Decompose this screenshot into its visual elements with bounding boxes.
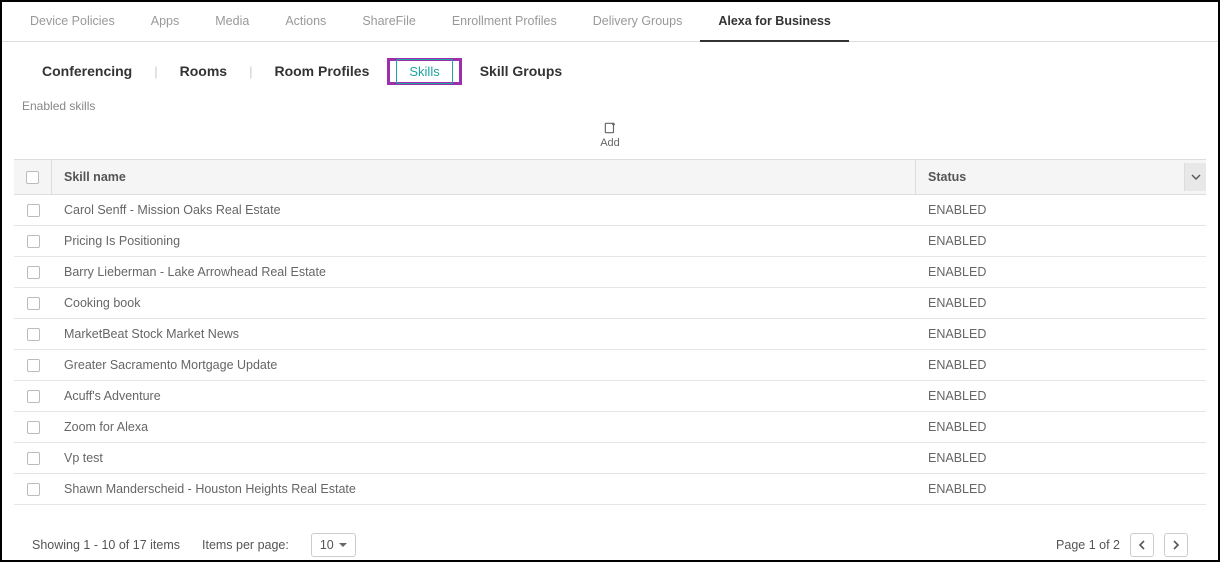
row-skill-name: Zoom for Alexa bbox=[52, 412, 916, 442]
row-skill-name: Acuff's Adventure bbox=[52, 381, 916, 411]
row-checkbox[interactable] bbox=[27, 328, 40, 341]
row-checkbox[interactable] bbox=[27, 297, 40, 310]
column-options-button[interactable] bbox=[1184, 163, 1206, 191]
row-status: ENABLED bbox=[916, 226, 1206, 256]
row-checkbox[interactable] bbox=[27, 421, 40, 434]
row-status: ENABLED bbox=[916, 474, 1206, 504]
row-checkbox-cell bbox=[14, 319, 52, 349]
row-checkbox-cell bbox=[14, 226, 52, 256]
header-status: Status bbox=[916, 160, 1206, 194]
sub-tabs: Conferencing | Rooms | Room Profiles Ski… bbox=[2, 42, 1218, 95]
separator: | bbox=[150, 64, 161, 79]
table-row[interactable]: Vp testENABLED bbox=[14, 443, 1206, 474]
chevron-down-icon bbox=[1191, 172, 1201, 182]
table-row[interactable]: Carol Senff - Mission Oaks Real EstateEN… bbox=[14, 195, 1206, 226]
row-skill-name: Greater Sacramento Mortgage Update bbox=[52, 350, 916, 380]
row-skill-name: MarketBeat Stock Market News bbox=[52, 319, 916, 349]
add-button[interactable]: Add bbox=[50, 121, 1170, 149]
tab-device-policies[interactable]: Device Policies bbox=[12, 2, 133, 41]
header-skill-name[interactable]: Skill name bbox=[52, 160, 916, 194]
row-status: ENABLED bbox=[916, 350, 1206, 380]
row-status: ENABLED bbox=[916, 319, 1206, 349]
section-label: Enabled skills bbox=[2, 95, 1218, 121]
row-skill-name: Shawn Manderscheid - Houston Heights Rea… bbox=[52, 474, 916, 504]
row-checkbox-cell bbox=[14, 443, 52, 473]
row-checkbox[interactable] bbox=[27, 483, 40, 496]
top-tabs: Device Policies Apps Media Actions Share… bbox=[2, 2, 1218, 42]
row-skill-name: Pricing Is Positioning bbox=[52, 226, 916, 256]
row-skill-name: Vp test bbox=[52, 443, 916, 473]
per-page-select[interactable]: 10 bbox=[311, 533, 356, 557]
row-checkbox[interactable] bbox=[27, 235, 40, 248]
row-skill-name: Cooking book bbox=[52, 288, 916, 318]
showing-text: Showing 1 - 10 of 17 items bbox=[32, 538, 180, 552]
row-checkbox-cell bbox=[14, 474, 52, 504]
row-checkbox[interactable] bbox=[27, 359, 40, 372]
tab-actions[interactable]: Actions bbox=[267, 2, 344, 41]
caret-down-icon bbox=[339, 543, 347, 547]
page-info: Page 1 of 2 bbox=[1056, 538, 1120, 552]
subtab-rooms[interactable]: Rooms bbox=[170, 57, 237, 85]
row-checkbox-cell bbox=[14, 381, 52, 411]
row-checkbox-cell bbox=[14, 350, 52, 380]
row-checkbox-cell bbox=[14, 195, 52, 225]
row-status: ENABLED bbox=[916, 195, 1206, 225]
subtab-skills[interactable]: Skills bbox=[396, 59, 452, 84]
table-row[interactable]: MarketBeat Stock Market NewsENABLED bbox=[14, 319, 1206, 350]
tab-sharefile[interactable]: ShareFile bbox=[344, 2, 434, 41]
subtab-skills-highlight: Skills bbox=[387, 58, 461, 85]
row-status: ENABLED bbox=[916, 288, 1206, 318]
row-checkbox-cell bbox=[14, 288, 52, 318]
row-skill-name: Carol Senff - Mission Oaks Real Estate bbox=[52, 195, 916, 225]
row-checkbox-cell bbox=[14, 412, 52, 442]
add-icon bbox=[603, 121, 617, 135]
next-page-button[interactable] bbox=[1164, 533, 1188, 557]
select-all-cell bbox=[14, 160, 52, 194]
row-checkbox[interactable] bbox=[27, 390, 40, 403]
table-header: Skill name Status bbox=[14, 160, 1206, 195]
add-label: Add bbox=[600, 137, 620, 149]
toolbar: Add bbox=[2, 121, 1218, 159]
table-row[interactable]: Zoom for AlexaENABLED bbox=[14, 412, 1206, 443]
row-status: ENABLED bbox=[916, 381, 1206, 411]
table-row[interactable]: Shawn Manderscheid - Houston Heights Rea… bbox=[14, 474, 1206, 505]
table-row[interactable]: Cooking bookENABLED bbox=[14, 288, 1206, 319]
separator: | bbox=[245, 64, 256, 79]
subtab-skill-groups[interactable]: Skill Groups bbox=[470, 57, 572, 85]
per-page-value: 10 bbox=[320, 538, 334, 552]
chevron-right-icon bbox=[1172, 540, 1180, 550]
row-checkbox-cell bbox=[14, 257, 52, 287]
tab-apps[interactable]: Apps bbox=[133, 2, 198, 41]
tab-enrollment-profiles[interactable]: Enrollment Profiles bbox=[434, 2, 575, 41]
table-row[interactable]: Acuff's AdventureENABLED bbox=[14, 381, 1206, 412]
table-footer: Showing 1 - 10 of 17 items Items per pag… bbox=[2, 505, 1218, 571]
prev-page-button[interactable] bbox=[1130, 533, 1154, 557]
header-status-label[interactable]: Status bbox=[928, 170, 1176, 184]
tab-delivery-groups[interactable]: Delivery Groups bbox=[575, 2, 701, 41]
row-status: ENABLED bbox=[916, 257, 1206, 287]
table-row[interactable]: Barry Lieberman - Lake Arrowhead Real Es… bbox=[14, 257, 1206, 288]
chevron-left-icon bbox=[1138, 540, 1146, 550]
tab-alexa-for-business[interactable]: Alexa for Business bbox=[700, 2, 849, 42]
row-status: ENABLED bbox=[916, 412, 1206, 442]
table-row[interactable]: Greater Sacramento Mortgage UpdateENABLE… bbox=[14, 350, 1206, 381]
select-all-checkbox[interactable] bbox=[26, 171, 39, 184]
row-skill-name: Barry Lieberman - Lake Arrowhead Real Es… bbox=[52, 257, 916, 287]
table-row[interactable]: Pricing Is PositioningENABLED bbox=[14, 226, 1206, 257]
per-page-label: Items per page: bbox=[202, 538, 289, 552]
row-checkbox[interactable] bbox=[27, 204, 40, 217]
subtab-room-profiles[interactable]: Room Profiles bbox=[264, 57, 379, 85]
row-checkbox[interactable] bbox=[27, 452, 40, 465]
row-status: ENABLED bbox=[916, 443, 1206, 473]
row-checkbox[interactable] bbox=[27, 266, 40, 279]
subtab-conferencing[interactable]: Conferencing bbox=[32, 57, 142, 85]
skills-table: Skill name Status Carol Senff - Mission … bbox=[14, 159, 1206, 505]
tab-media[interactable]: Media bbox=[197, 2, 267, 41]
